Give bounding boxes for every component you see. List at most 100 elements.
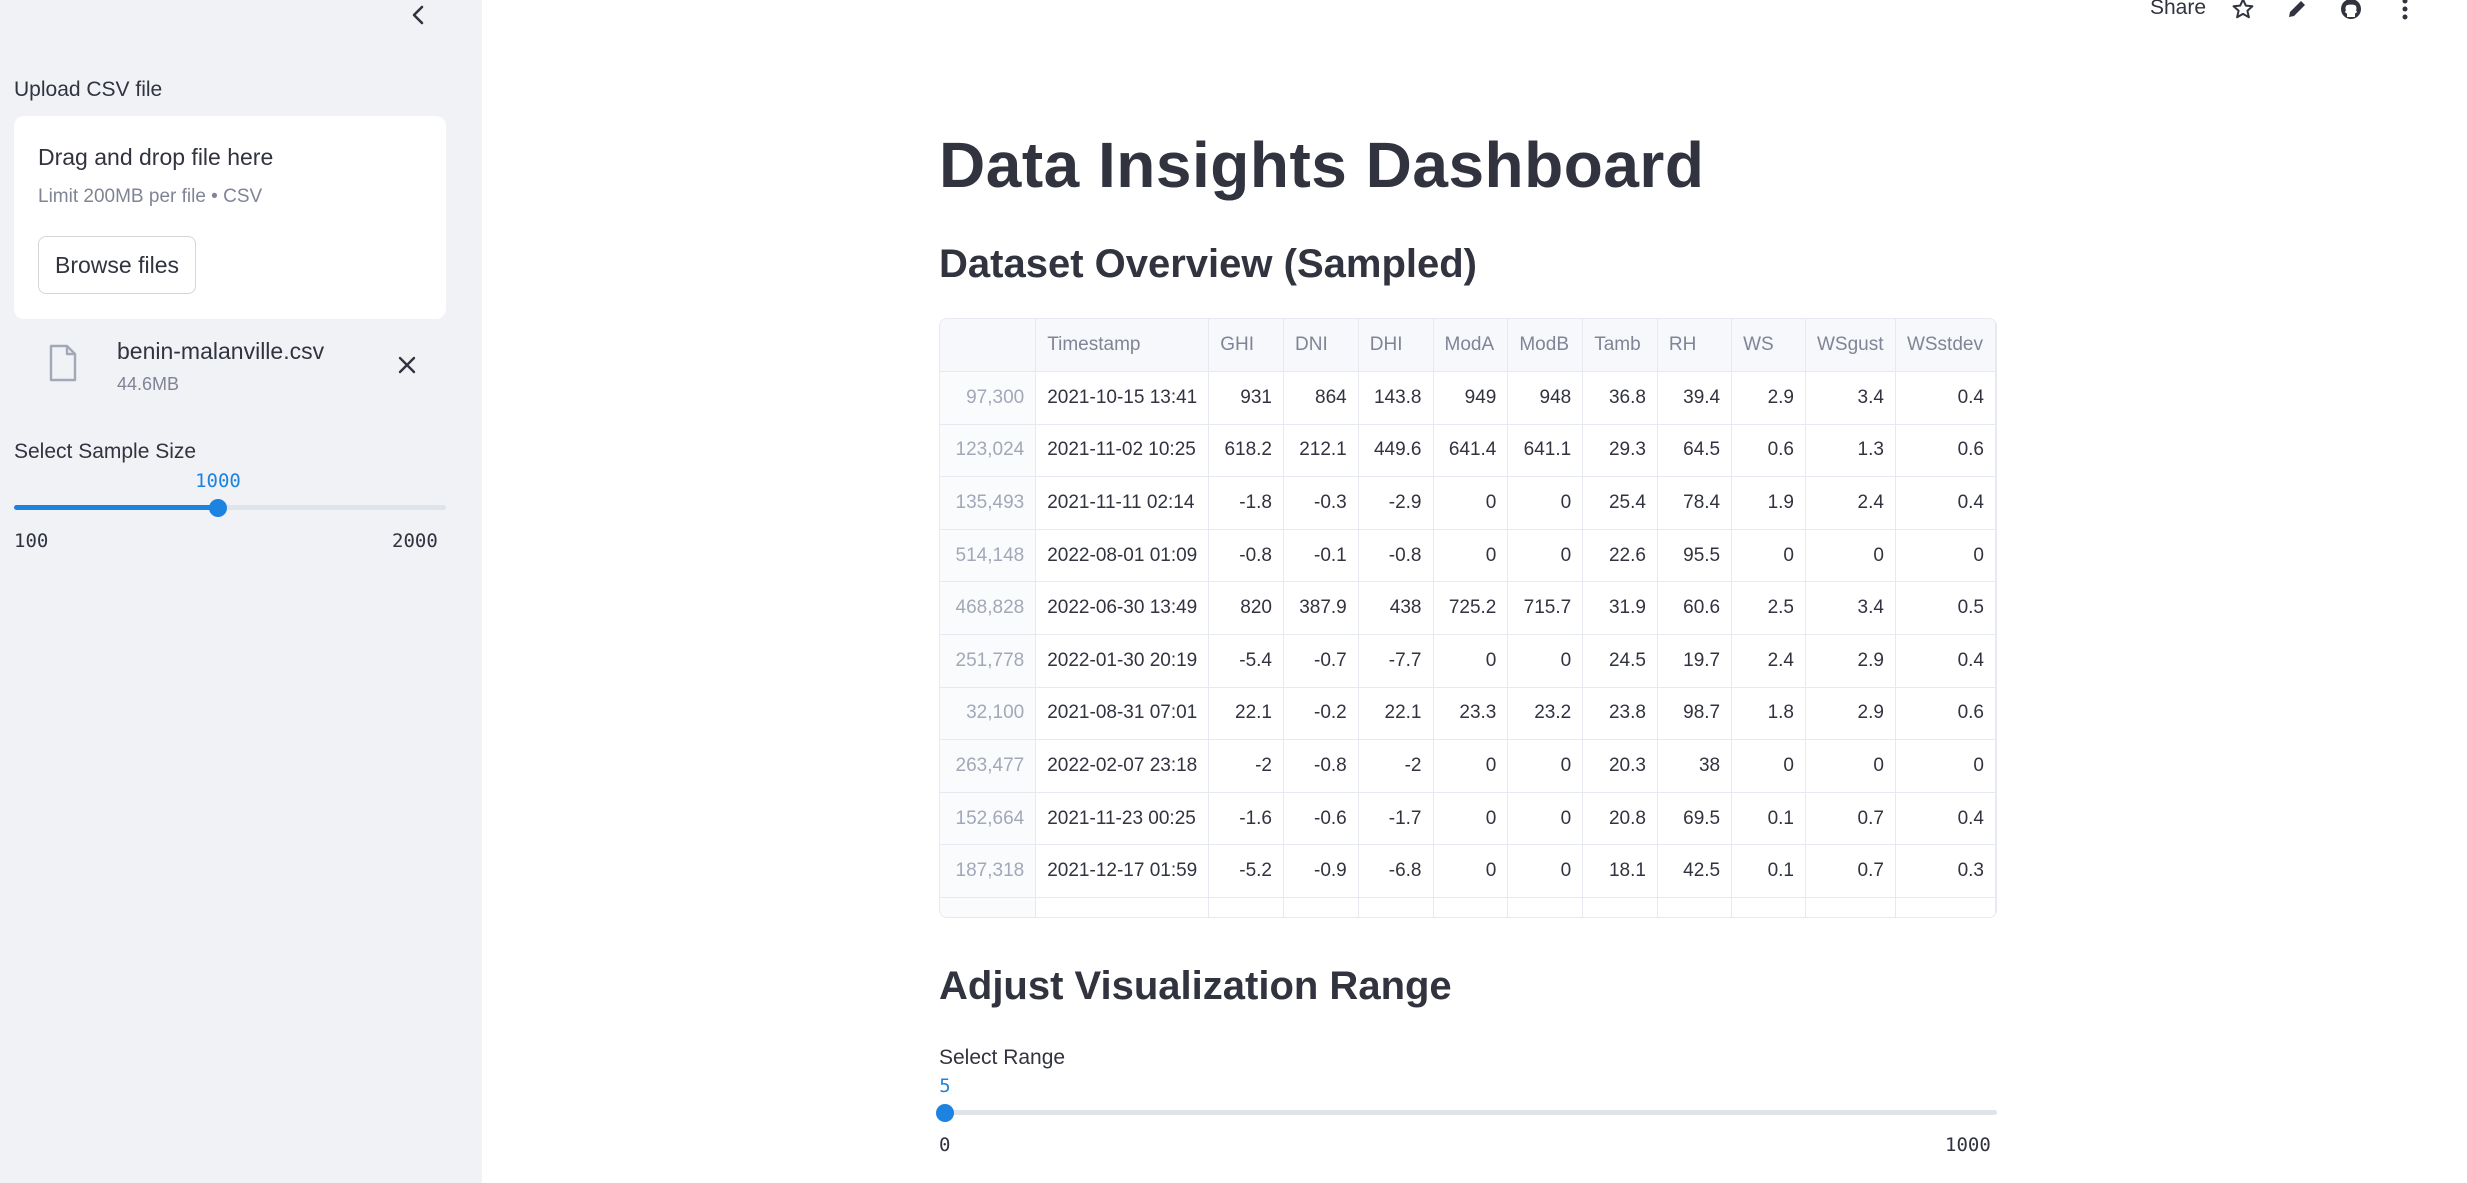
column-header[interactable]: WSstdev	[1895, 319, 1996, 373]
table-cell[interactable]: 212.1	[1283, 424, 1359, 478]
row-index-cell[interactable]: 123,024	[940, 424, 1037, 478]
table-row[interactable]: 514,148 2022-08-01 01:09 -0.8 -0.1 -0.8 0 0 22.…	[940, 529, 1996, 583]
table-row[interactable]: 152,664 2021-11-23 00:25 -1.6 -0.6 -1.7 0 0 20.…	[940, 792, 1996, 846]
column-header[interactable]	[940, 319, 1037, 373]
table-cell[interactable]: 78.4	[1657, 476, 1733, 530]
column-header[interactable]: WSgust	[1805, 319, 1896, 373]
table-cell[interactable]: 2021-10-15 13:41	[1035, 371, 1210, 425]
table-cell[interactable]: 0	[1433, 529, 1509, 583]
table-cell[interactable]: -0.8	[1208, 529, 1284, 583]
table-cell[interactable]: -6.8	[1358, 844, 1434, 899]
table-cell[interactable]: 0.4	[1895, 476, 1996, 530]
table-cell[interactable]: 29.3	[1582, 424, 1658, 478]
table-cell[interactable]: 64.5	[1657, 424, 1733, 478]
table-cell[interactable]: 143.8	[1358, 371, 1434, 425]
table-cell[interactable]: 0.4	[1895, 371, 1996, 425]
table-row[interactable]: 187,318 2021-12-17 01:59 -5.2 -0.9 -6.8 0 0 18.…	[940, 844, 1996, 899]
table-cell[interactable]: 438	[1358, 581, 1434, 636]
table-cell[interactable]: 22.1	[1208, 687, 1284, 741]
table-cell[interactable]: 24.5	[1582, 634, 1658, 688]
table-cell[interactable]: 0.5	[1895, 581, 1996, 636]
table-cell[interactable]: 60.6	[1657, 581, 1733, 636]
table-cell[interactable]: 0	[1433, 792, 1509, 846]
table-cell[interactable]: 2022-06-30 13:49	[1035, 581, 1210, 636]
table-cell[interactable]: 949	[1433, 371, 1509, 425]
sample-size-thumb[interactable]	[209, 499, 227, 517]
table-cell[interactable]: 2021-11-02 10:25	[1035, 424, 1210, 478]
table-cell[interactable]: 3.4	[1805, 581, 1896, 636]
column-header[interactable]: WS	[1731, 319, 1806, 373]
table-cell[interactable]: -0.2	[1283, 687, 1359, 741]
dataset-table[interactable]: Timestamp GHI DNI DHI ModA ModB Tamb RH …	[939, 318, 1997, 918]
table-cell[interactable]: 98.7	[1657, 687, 1733, 741]
table-cell[interactable]: 948	[1507, 371, 1584, 425]
table-cell[interactable]: 0.7	[1805, 844, 1896, 899]
row-index-cell[interactable]: 468,828	[940, 581, 1037, 636]
column-header[interactable]: ModA	[1433, 319, 1509, 373]
row-index-cell[interactable]: 263,477	[940, 739, 1037, 793]
column-header[interactable]: GHI	[1208, 319, 1284, 373]
table-cell[interactable]: 0	[1433, 844, 1509, 899]
table-cell[interactable]: 2021-08-31 07:01	[1035, 687, 1210, 741]
table-cell[interactable]: 0	[1805, 529, 1896, 583]
table-cell[interactable]: 2.4	[1805, 476, 1896, 530]
column-header[interactable]: RH	[1657, 319, 1733, 373]
range-slider-thumb[interactable]	[936, 1104, 954, 1122]
table-cell[interactable]: 0.4	[1895, 792, 1996, 846]
table-cell[interactable]: -2	[1208, 739, 1284, 793]
table-row[interactable]: 97,300 2021-10-15 13:41 931 864 143.8 949 948 3…	[940, 371, 1996, 425]
table-cell[interactable]: 2022-08-01 01:09	[1035, 529, 1210, 583]
table-cell[interactable]: 2022-01-30 20:19	[1035, 634, 1210, 688]
table-cell[interactable]: 0.6	[1895, 687, 1996, 741]
column-header[interactable]: DHI	[1358, 319, 1434, 373]
table-cell[interactable]: 42.5	[1657, 844, 1733, 899]
table-cell[interactable]: 0	[1895, 529, 1996, 583]
table-cell[interactable]: 387.9	[1283, 581, 1359, 636]
main-menu-button[interactable]	[2391, 0, 2419, 21]
table-row[interactable]: 135,493 2021-11-11 02:14 -1.8 -0.3 -2.9 0 0 25.…	[940, 476, 1996, 530]
table-cell[interactable]: 22.6	[1582, 529, 1658, 583]
table-cell[interactable]: 0	[1433, 739, 1509, 793]
table-cell[interactable]: 1.9	[1731, 476, 1806, 530]
table-row[interactable]: 468,828 2022-06-30 13:49 820 387.9 438 725.2 7…	[940, 581, 1996, 636]
table-cell[interactable]: -7.7	[1358, 634, 1434, 688]
table-cell[interactable]: 23.8	[1582, 687, 1658, 741]
table-cell[interactable]: 0.6	[1731, 424, 1806, 478]
table-row[interactable]: 263,477 2022-02-07 23:18 -2 -0.8 -2 0 0 20.3 38 0…	[940, 739, 1996, 793]
table-cell[interactable]: 0	[1805, 739, 1896, 793]
table-cell[interactable]: 22.1	[1358, 687, 1434, 741]
table-cell[interactable]: 864	[1283, 371, 1359, 425]
sample-size-track[interactable]	[14, 505, 446, 510]
table-cell[interactable]: 618.2	[1208, 424, 1284, 478]
table-cell[interactable]: 3.4	[1805, 371, 1896, 425]
table-cell[interactable]: -0.8	[1283, 739, 1359, 793]
row-index-cell[interactable]: 135,493	[940, 476, 1037, 530]
table-cell[interactable]: 725.2	[1433, 581, 1509, 636]
row-index-cell[interactable]: 514,148	[940, 529, 1037, 583]
table-cell[interactable]: 95.5	[1657, 529, 1733, 583]
table-cell[interactable]: 820	[1208, 581, 1284, 636]
row-index-cell[interactable]: 97,300	[940, 371, 1037, 425]
table-cell[interactable]: -0.9	[1283, 844, 1359, 899]
table-cell[interactable]: 0	[1507, 739, 1584, 793]
table-cell[interactable]: -0.6	[1283, 792, 1359, 846]
table-cell[interactable]: 2.9	[1805, 634, 1896, 688]
table-cell[interactable]: 715.7	[1507, 581, 1584, 636]
range-slider-track[interactable]	[939, 1110, 1997, 1115]
table-cell[interactable]: 20.3	[1582, 739, 1658, 793]
row-index-cell[interactable]: 187,318	[940, 844, 1037, 899]
table-cell[interactable]: -0.3	[1283, 476, 1359, 530]
table-cell[interactable]: -0.8	[1358, 529, 1434, 583]
file-dropzone[interactable]: Drag and drop file here Limit 200MB per …	[14, 116, 446, 319]
table-cell[interactable]: 36.8	[1582, 371, 1658, 425]
table-cell[interactable]: 0.4	[1895, 634, 1996, 688]
table-cell[interactable]: 38	[1657, 739, 1733, 793]
table-cell[interactable]: 1.8	[1731, 687, 1806, 741]
table-cell[interactable]: 0.1	[1731, 792, 1806, 846]
table-cell[interactable]: -2.9	[1358, 476, 1434, 530]
edit-button[interactable]	[2283, 0, 2311, 21]
table-cell[interactable]: 2021-11-23 00:25	[1035, 792, 1210, 846]
table-cell[interactable]: 0.1	[1731, 844, 1806, 899]
row-index-cell[interactable]: 251,778	[940, 634, 1037, 688]
table-cell[interactable]: 0	[1731, 529, 1806, 583]
